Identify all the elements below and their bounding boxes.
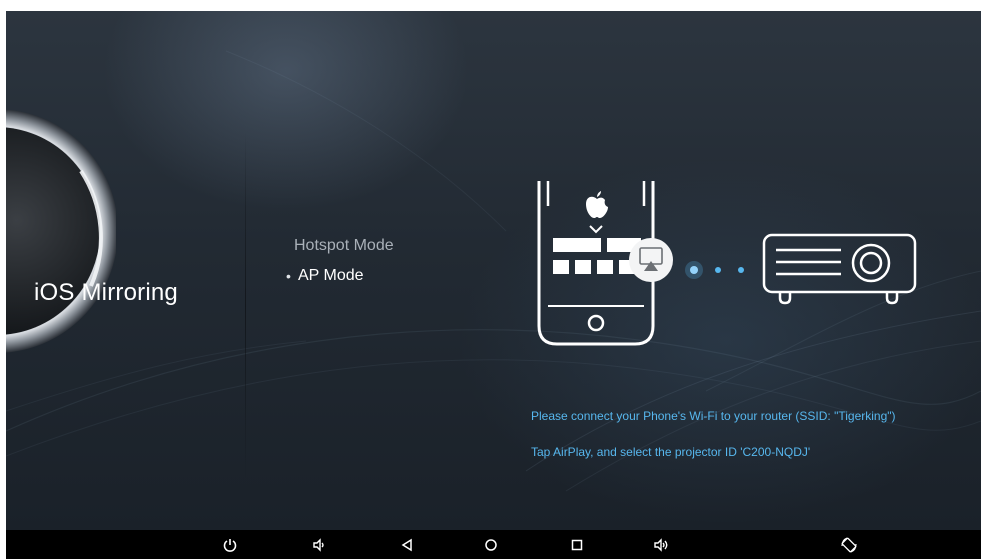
recents-icon [571, 539, 583, 551]
ap-mode-option[interactable]: • AP Mode [286, 261, 394, 291]
home-button[interactable] [480, 535, 502, 555]
connection-illustration [537, 181, 917, 346]
home-icon [485, 539, 497, 551]
power-button[interactable] [219, 535, 241, 555]
mode-label: AP Mode [298, 267, 364, 284]
power-icon [223, 539, 237, 552]
mode-list: Hotspot Mode • AP Mode [286, 231, 394, 291]
instructions: Please connect your Phone's Wi-Fi to you… [531, 409, 896, 481]
volume-up-icon [654, 538, 668, 552]
volume-down-button[interactable] [308, 535, 330, 555]
back-icon [401, 538, 412, 552]
panel-divider [245, 131, 246, 481]
volume-up-button[interactable] [651, 535, 673, 555]
selected-bullet-icon: • [286, 268, 291, 284]
back-button[interactable] [396, 535, 418, 555]
volume-down-icon [313, 538, 324, 552]
rotate-button[interactable] [838, 535, 860, 555]
airplay-icon [629, 238, 673, 282]
mode-label: Hotspot Mode [294, 237, 394, 254]
apple-logo-icon [586, 191, 608, 218]
system-navigation-bar [6, 530, 981, 559]
instruction-line-1: Please connect your Phone's Wi-Fi to you… [531, 409, 896, 423]
app-dial-graphic [6, 109, 116, 353]
projector-icon [762, 233, 917, 305]
connection-dots-icon [685, 261, 744, 279]
recents-button[interactable] [566, 535, 588, 555]
mirroring-screen: iOS Mirroring Hotspot Mode • AP Mode Ple… [6, 11, 981, 530]
app-title: iOS Mirroring [34, 279, 178, 306]
instruction-line-2: Tap AirPlay, and select the projector ID… [531, 445, 811, 459]
hotspot-mode-option[interactable]: Hotspot Mode [286, 231, 394, 261]
rotate-icon [841, 537, 857, 553]
